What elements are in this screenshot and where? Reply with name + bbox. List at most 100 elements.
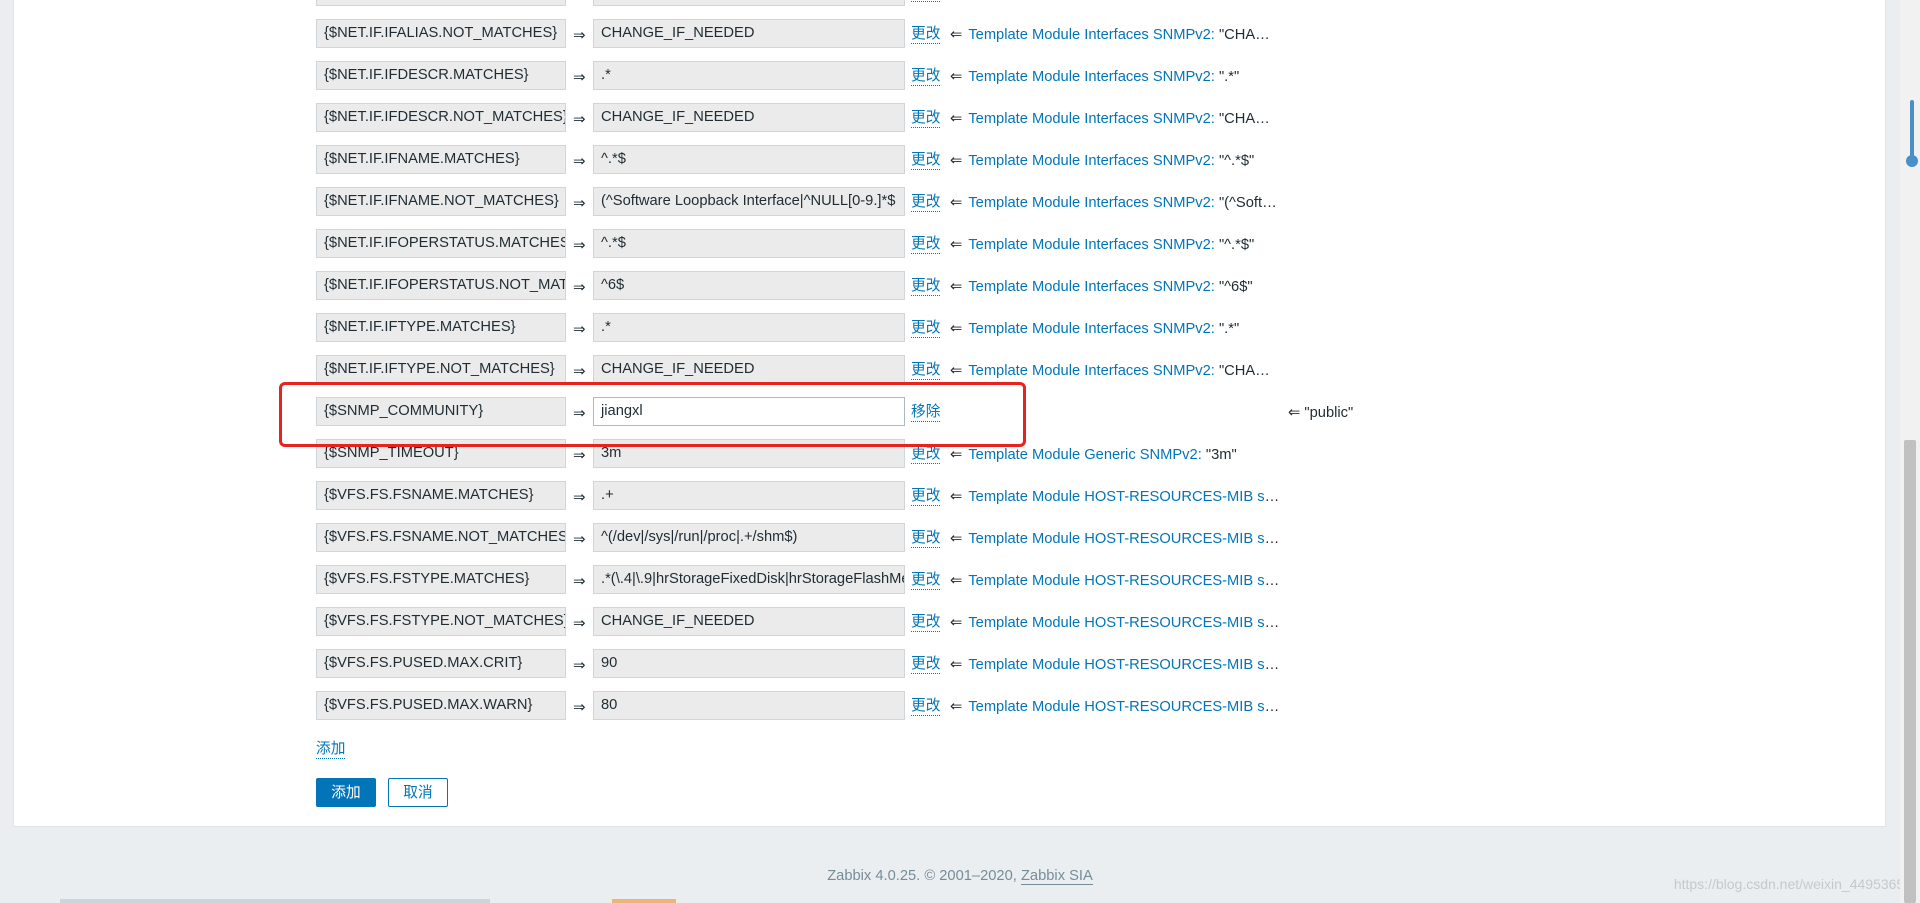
template-link[interactable]: Template Module Interfaces SNMPv2: [968, 279, 1215, 295]
macro-name-field[interactable]: {$VFS.FS.PUSED.MAX.CRIT} [316, 649, 566, 678]
change-link[interactable]: 更改 [911, 68, 941, 86]
inherited-from: ⇐ Template Module Interfaces SNMPv2: "^.*… [950, 152, 1280, 169]
double-arrow-left-icon: ⇐ [950, 657, 963, 673]
remove-link[interactable]: 移除 [911, 404, 941, 422]
macro-name-field[interactable]: {$SNMP_TIMEOUT} [316, 439, 566, 468]
macro-name-field[interactable]: {$VFS.FS.FSTYPE.MATCHES} [316, 565, 566, 594]
change-link[interactable]: 更改 [911, 446, 941, 464]
macro-value-field[interactable]: ^.*$ [593, 229, 905, 258]
macro-name-field[interactable]: {$VFS.FS.FSTYPE.NOT_MATCHES} [316, 607, 566, 636]
original-value-text: "public" [1304, 405, 1354, 421]
macro-value-field[interactable]: 80 [593, 691, 905, 720]
footer: Zabbix 4.0.25. © 2001–2020, Zabbix SIA [0, 868, 1920, 885]
template-link[interactable]: Template Module HOST-RESOURCES-MIB stora… [968, 489, 1280, 505]
change-link[interactable]: 更改 [911, 488, 941, 506]
template-link[interactable]: Template Module Generic SNMPv2: [968, 447, 1201, 463]
change-link[interactable]: 更改 [911, 152, 941, 170]
scrollbar-thumb[interactable] [1904, 440, 1916, 903]
macro-value-field[interactable]: ^.*$ [593, 145, 905, 174]
change-link[interactable]: 更改 [911, 614, 941, 632]
template-link[interactable]: Template Module Interfaces SNMPv2: [968, 69, 1215, 85]
cancel-button[interactable]: 取消 [388, 778, 448, 807]
macro-value-field[interactable]: 90 [593, 649, 905, 678]
change-link[interactable]: 更改 [911, 110, 941, 128]
template-link[interactable]: Template Module Interfaces SNMPv2: [968, 321, 1215, 337]
change-link[interactable]: 更改 [911, 698, 941, 716]
macro-name-field[interactable]: {$NET.IF.IFNAME.NOT_MATCHES} [316, 187, 566, 216]
macro-name-field[interactable]: {$NET.IF.IFTYPE.NOT_MATCHES} [316, 355, 566, 384]
macro-name-field[interactable]: {$NET.IF.IFALIAS.NOT_MATCHES} [316, 19, 566, 48]
macro-value-field[interactable]: (^Software Loopback Interface|^NULL[0-9.… [593, 187, 905, 216]
macro-row: {$VFS.FS.FSTYPE.NOT_MATCHES} ⇒ CHANGE_IF_N… [0, 604, 1920, 646]
template-link[interactable]: Template Module HOST-RESOURCES-MIB stora… [968, 531, 1280, 547]
template-link[interactable]: Template Module HOST-RESOURCES-MIB stora… [968, 657, 1280, 673]
double-arrow-right-icon: ⇒ [573, 447, 586, 464]
template-link[interactable]: Template Module Interfaces SNMPv2: [968, 27, 1215, 43]
thermometer-icon [1906, 100, 1918, 170]
macro-value-field[interactable]: .* [593, 61, 905, 90]
template-link[interactable]: Template Module Interfaces SNMPv2: [968, 237, 1215, 253]
macro-name-field[interactable]: {$NET.IF.IFTYPE.MATCHES} [316, 313, 566, 342]
add-button[interactable]: 添加 [316, 778, 376, 807]
macro-value-field[interactable]: CHANGE_IF_NEEDED [593, 19, 905, 48]
macro-row: {$NET.IF.IFOPERSTATUS.NOT_MATCHES} ⇒ ^6$ 更改… [0, 268, 1920, 310]
macro-name-field[interactable]: {$VFS.FS.FSNAME.NOT_MATCHES} [316, 523, 566, 552]
change-link[interactable]: 更改 [911, 656, 941, 674]
change-link[interactable]: 更改 [911, 530, 941, 548]
template-link[interactable]: Template Module HOST-RESOURCES-MIB stora… [968, 699, 1280, 715]
change-link[interactable]: 更改 [911, 572, 941, 590]
change-link[interactable]: 更改 [911, 236, 941, 254]
template-default-value: "CHANGE_IF_NEEDED" [1218, 111, 1280, 127]
template-link[interactable]: Template Module Interfaces SNMPv2: [968, 195, 1215, 211]
macro-row: {$VFS.FS.FSTYPE.MATCHES} ⇒ .*(\.4|\.9|hrSt… [0, 562, 1920, 604]
template-link[interactable]: Template Module HOST-RESOURCES-MIB stora… [968, 573, 1280, 589]
template-default-value: ".*" [1219, 0, 1239, 1]
macro-name-field[interactable]: {$VFS.FS.PUSED.MAX.WARN} [316, 691, 566, 720]
template-default-value: "CHANGE_IF_NEEDED" [1218, 27, 1280, 43]
macro-value-field[interactable]: 3m [593, 439, 905, 468]
macro-row: {$NET.IF.IFDESCR.NOT_MATCHES} ⇒ CHANGE_IF_… [0, 100, 1920, 142]
original-value: ⇐ "public" [1288, 404, 1353, 421]
template-link[interactable]: Template Module HOST-RESOURCES-MIB stora… [968, 615, 1280, 631]
change-link[interactable]: 更改 [911, 194, 941, 212]
macro-value-field[interactable]: ^6$ [593, 271, 905, 300]
template-link[interactable]: Template Module Interfaces SNMPv2: [968, 0, 1215, 1]
double-arrow-right-icon: ⇒ [573, 405, 586, 422]
inherited-from: ⇐ Template Module Interfaces SNMPv2: "^6$… [950, 278, 1280, 295]
macro-value-field[interactable]: CHANGE_IF_NEEDED [593, 103, 905, 132]
change-link[interactable]: 更改 [911, 278, 941, 296]
change-link[interactable]: 更改 [911, 362, 941, 380]
macro-value-field[interactable]: .* [593, 313, 905, 342]
change-link[interactable]: 更改 [911, 0, 941, 2]
double-arrow-right-icon: ⇒ [573, 0, 586, 2]
template-link[interactable]: Template Module Interfaces SNMPv2: [968, 111, 1215, 127]
macro-name-field[interactable]: {$NET.IF.IFNAME.MATCHES} [316, 145, 566, 174]
template-link[interactable]: Template Module Interfaces SNMPv2: [968, 153, 1215, 169]
macro-value-field[interactable]: ^(/dev|/sys|/run|/proc|.+/shm$) [593, 523, 905, 552]
macro-name-field[interactable]: {$NET.IF.IFOPERSTATUS.NOT_MATCHES} [316, 271, 566, 300]
macro-value-field[interactable]: CHANGE_IF_NEEDED [593, 607, 905, 636]
template-default-value: "(^Software Loopback Interface" [1218, 195, 1280, 211]
macro-row: {$VFS.FS.PUSED.MAX.CRIT} ⇒ 90 更改 ⇐ Template M… [0, 646, 1920, 688]
footer-company-link[interactable]: Zabbix SIA [1020, 868, 1093, 885]
template-link[interactable]: Template Module Interfaces SNMPv2: [968, 363, 1215, 379]
macro-name-field[interactable]: {$NET.IF.IFDESCR.MATCHES} [316, 61, 566, 90]
macro-value-field[interactable]: CHANGE_IF_NEEDED [593, 355, 905, 384]
macro-name-field[interactable]: {$SNMP_COMMUNITY} [316, 397, 566, 426]
macro-name-field[interactable]: {$NET.IF.IFOPERSTATUS.MATCHES} [316, 229, 566, 258]
macro-value-field[interactable]: .* [593, 0, 905, 6]
macro-value-field[interactable]: .+ [593, 481, 905, 510]
inherited-from: ⇐ Template Module Interfaces SNMPv2: "CHA… [950, 26, 1280, 43]
template-default-value: "^.*$" [1218, 153, 1255, 169]
macro-name-field[interactable]: {$NET.IF.IFDESCR.NOT_MATCHES} [316, 103, 566, 132]
double-arrow-right-icon: ⇒ [573, 531, 586, 548]
macro-row: {$NET.IF.IFNAME.NOT_MATCHES} ⇒ (^Software … [0, 184, 1920, 226]
macro-name-field[interactable]: {$VFS.FS.FSNAME.MATCHES} [316, 481, 566, 510]
change-link[interactable]: 更改 [911, 320, 941, 338]
macro-value-field[interactable]: .*(\.4|\.9|hrStorageFixedDisk|hrStorageF… [593, 565, 905, 594]
template-default-value: "^.*$" [1218, 237, 1255, 253]
macro-value-field[interactable]: jiangxl [593, 397, 905, 426]
macro-name-field[interactable]: {$NET.IF.IFALIAS.MATCHES} [316, 0, 566, 6]
add-macro-link[interactable]: 添加 [316, 741, 346, 759]
change-link[interactable]: 更改 [911, 26, 941, 44]
